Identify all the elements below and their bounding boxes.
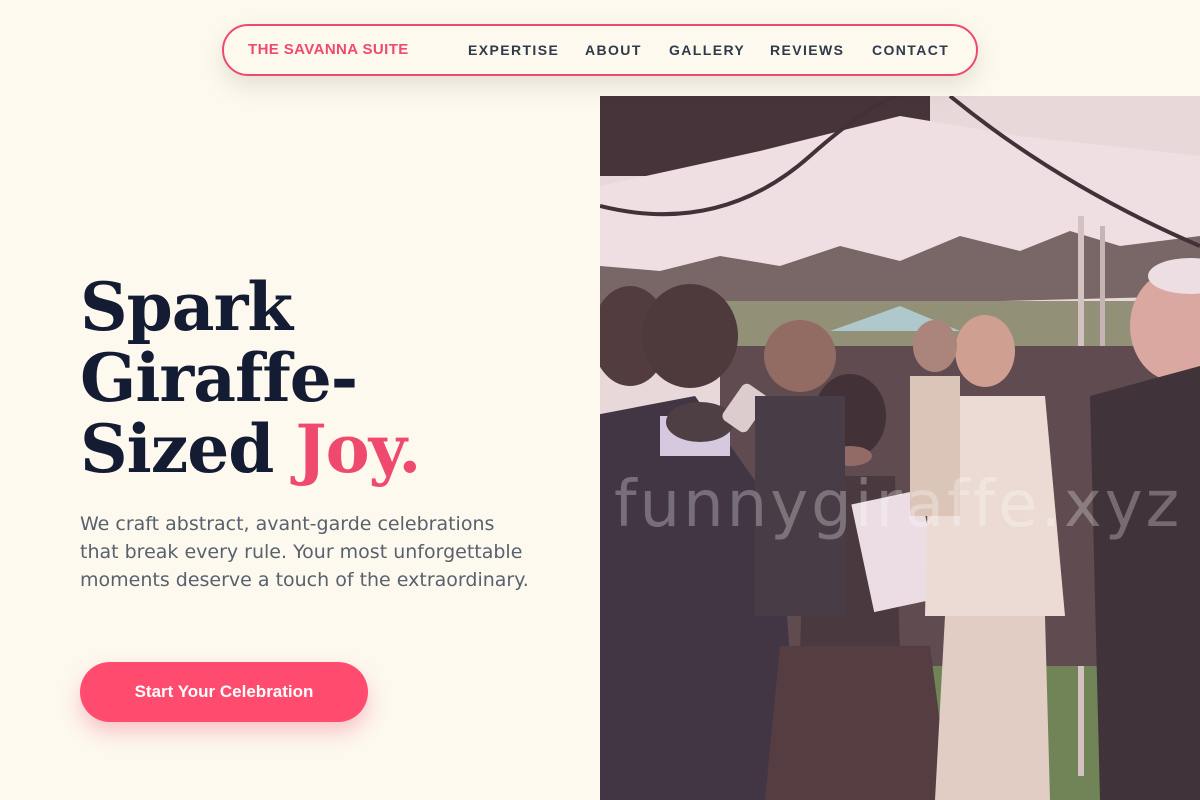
nav-link-reviews[interactable]: REVIEWS [770,42,844,58]
hero-photo: funnygiraffe.xyz [600,96,1200,800]
hero-title-accent: Joy. [295,410,421,488]
brand-logo-link[interactable]: THE SAVANNA SUITE [248,41,409,58]
hero-description: We craft abstract, avant-garde celebrati… [80,513,529,591]
hero-title-line-3: Sized Joy. [80,414,580,485]
nav-link-about[interactable]: ABOUT [585,42,642,58]
hero-title-line-1: Spark [80,268,293,346]
hero-title: Spark Giraffe- Sized Joy. [80,272,580,485]
nav-link-contact[interactable]: CONTACT [872,42,949,58]
hero-title-word-sized: Sized [80,410,274,488]
hero-title-line-2: Giraffe- [80,339,358,417]
nav-link-expertise[interactable]: EXPERTISE [468,42,559,58]
nav-link-gallery[interactable]: GALLERY [669,42,745,58]
main-nav: THE SAVANNA SUITE EXPERTISE ABOUT GALLER… [222,24,978,76]
start-celebration-button[interactable]: Start Your Celebration [80,662,368,722]
watermark-text: funnygiraffe.xyz [614,468,1183,542]
crowd-illustration [600,96,1200,800]
